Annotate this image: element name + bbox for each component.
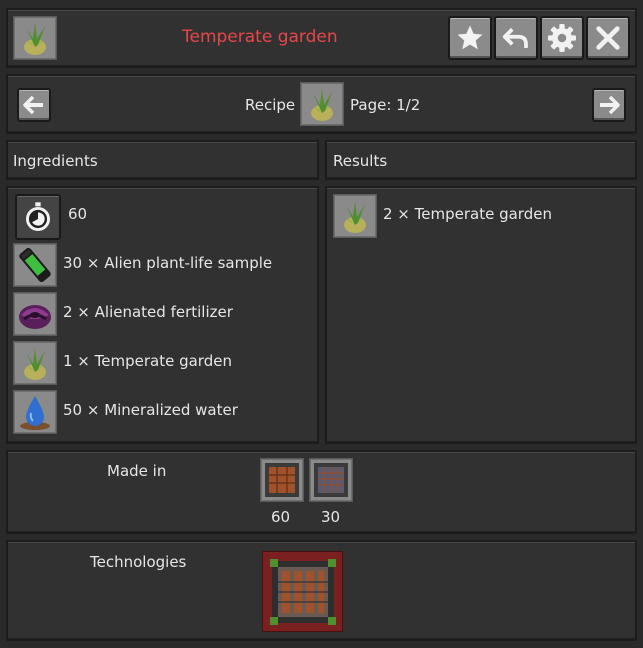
next-page-button[interactable] [592, 88, 626, 122]
ingredient-slot [13, 292, 57, 336]
temperate-garden-icon [309, 89, 335, 121]
ingredient-slot [13, 243, 57, 287]
time-slot [15, 194, 61, 240]
ingredient-slot [13, 341, 57, 385]
result-label: 2 × Temperate garden [383, 205, 552, 223]
arrow-right-icon [600, 95, 620, 115]
mineralized-water-icon [20, 396, 50, 430]
ingredient-slot [13, 390, 57, 434]
gear-icon [548, 24, 576, 52]
ingredient-label: 50 × Mineralized water [63, 401, 238, 419]
temperate-garden-icon [342, 201, 368, 233]
alienated-fertilizer-icon [19, 305, 51, 329]
made-in-label: Made in [107, 462, 167, 480]
machine-slot[interactable] [260, 458, 304, 502]
technology-slot[interactable] [262, 551, 343, 632]
settings-button[interactable] [540, 16, 584, 60]
close-button[interactable] [586, 16, 630, 60]
page-indicator: Page: 1/2 [350, 96, 421, 114]
temperate-garden-icon [22, 23, 48, 55]
results-heading: Results [333, 152, 388, 170]
recipe-selector-slot[interactable] [300, 82, 344, 126]
greenhouse-technology-icon [269, 558, 336, 625]
technologies-label: Technologies [90, 553, 187, 571]
stopwatch-icon [26, 202, 50, 231]
machine-count: 30 [321, 508, 341, 526]
temperate-garden-icon [22, 348, 48, 380]
back-icon [502, 27, 528, 48]
ingredients-heading: Ingredients [13, 152, 98, 170]
ingredient-label: 30 × Alien plant-life sample [63, 254, 273, 272]
machine-count: 60 [271, 508, 291, 526]
alien-plant-sample-icon [19, 247, 51, 283]
back-button[interactable] [494, 16, 538, 60]
previous-page-button[interactable] [17, 88, 51, 122]
arrow-left-icon [23, 95, 43, 115]
machine-slot[interactable] [309, 458, 353, 502]
star-icon [457, 25, 483, 50]
close-icon [596, 26, 620, 50]
greenhouse-icon [265, 463, 299, 497]
greenhouse-mk2-icon [314, 463, 348, 497]
recipe-label: Recipe [245, 96, 296, 114]
result-slot [333, 194, 377, 238]
ingredient-label: 2 × Alienated fertilizer [63, 303, 233, 321]
ingredient-label: 1 × Temperate garden [63, 352, 232, 370]
favorite-button[interactable] [448, 16, 492, 60]
ingredient-time: 60 [68, 205, 88, 223]
page-title: Temperate garden [182, 27, 338, 47]
recipe-icon-slot [13, 16, 57, 60]
